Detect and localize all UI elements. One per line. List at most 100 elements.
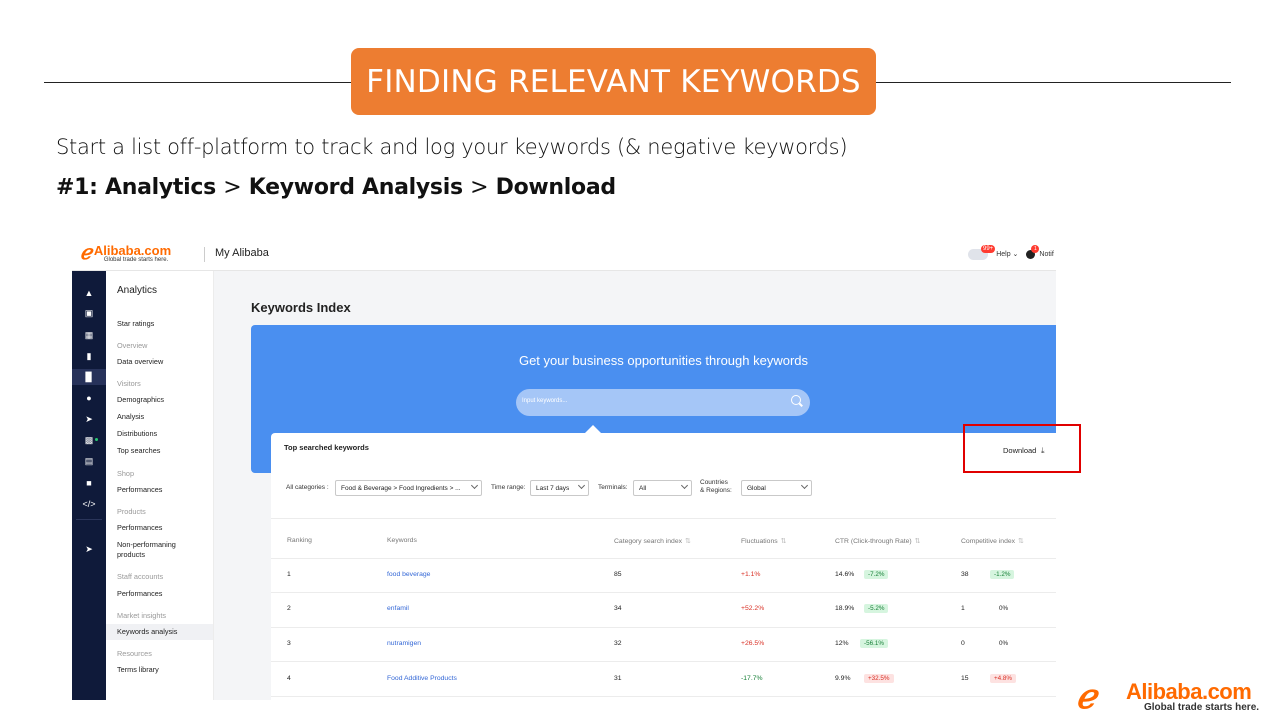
sidebar-title: Analytics [117, 285, 158, 296]
send-icon[interactable]: ➤ [72, 541, 106, 557]
logistics-icon[interactable]: ➤ [72, 411, 106, 427]
sort-icon[interactable]: ⇅ [1018, 538, 1024, 545]
sidebar-item-shop-performances[interactable]: Performances [117, 485, 212, 495]
sidebar-item-data-overview[interactable]: Data overview [117, 357, 212, 367]
hero-text: Get your business opportunities through … [518, 353, 809, 368]
step-separator: > [470, 175, 489, 200]
row-rank: 4 [287, 675, 291, 682]
time-range-select[interactable]: Last 7 days [530, 480, 589, 496]
sidebar-section-visitors: Visitors [117, 379, 141, 388]
notification-label[interactable]: Notif [1039, 251, 1053, 258]
column-header-competitive-index[interactable]: Competitive index ⇅ [961, 537, 1024, 545]
sidebar-item-terms-library[interactable]: Terms library [117, 665, 212, 675]
ctr-change-badge: -5.2% [864, 604, 889, 613]
sidebar-section-products: Products [117, 507, 146, 516]
brand-logo-name: Alibaba.com [1126, 679, 1252, 704]
sidebar-item-demographics[interactable]: Demographics [117, 395, 212, 405]
keyword-link[interactable]: food beverage [387, 571, 430, 578]
table-row-divider [271, 627, 1056, 628]
logo-name: Alibaba.com [93, 243, 172, 258]
help-badge: 99+ [981, 245, 996, 253]
step-analytics: #1: Analytics [56, 175, 216, 200]
alibaba-app-screenshot: ℯ Alibaba.com Global trade starts here. … [72, 238, 1056, 700]
keyword-search-input[interactable]: Input keywords... [516, 389, 810, 416]
column-header-fluctuations[interactable]: Fluctuations ⇅ [741, 537, 787, 545]
competitive-change-badge: -1.2% [990, 570, 1015, 579]
chevron-down-icon [800, 481, 809, 490]
sidebar-item-analysis[interactable]: Analysis [117, 412, 212, 422]
header-rule-right [876, 82, 1231, 83]
ctr-value: 9.9% [835, 675, 851, 682]
table-row-divider [271, 696, 1056, 697]
sort-icon[interactable]: ⇅ [685, 538, 691, 545]
iconbar-divider [76, 519, 102, 520]
sidebar-item-non-performing-products[interactable]: Non-performaning products [117, 540, 187, 560]
page-title: Keywords Index [251, 300, 351, 315]
sidebar-item-keywords-analysis[interactable]: Keywords analysis [106, 624, 213, 640]
countries-value: Global [747, 485, 766, 492]
sort-icon[interactable]: ⇅ [915, 538, 921, 545]
help-label: Help [996, 251, 1011, 258]
ctr-value: 18.9% [835, 605, 855, 612]
column-header-ctr[interactable]: CTR (Click-through Rate) ⇅ [835, 537, 921, 545]
keyword-link[interactable]: nutramigen [387, 640, 421, 647]
category-search-index: 85 [614, 571, 622, 578]
notification-icon[interactable]: 1 [1026, 244, 1040, 259]
countries-select[interactable]: Global [741, 480, 812, 496]
slide-title: FINDING RELEVANT KEYWORDS [351, 48, 876, 115]
briefcase-icon[interactable]: ■ [72, 475, 106, 491]
orders-icon[interactable]: ▩ [72, 432, 106, 448]
store-icon[interactable]: ▣ [72, 305, 106, 321]
panel-title: Top searched keywords [284, 443, 369, 452]
brand-logo-tagline: Global trade starts here. [1144, 702, 1260, 713]
bank-icon[interactable]: ▤ [72, 453, 106, 469]
keyword-link[interactable]: enfamil [387, 605, 409, 612]
column-header-keywords: Keywords [387, 537, 417, 544]
step-separator: > [223, 175, 242, 200]
categories-select[interactable]: Food & Beverage > Food Ingredients > ... [335, 480, 482, 496]
header-rule-left [44, 82, 352, 83]
table-divider [271, 518, 1056, 519]
column-header-category-search-index[interactable]: Category search index ⇅ [614, 537, 691, 545]
header-label: Category search index [614, 538, 683, 545]
row-rank: 1 [287, 571, 291, 578]
chevron-down-icon [680, 481, 689, 490]
sidebar-section-staff-accounts: Staff accounts [117, 572, 164, 581]
home-icon[interactable]: ▲ [72, 285, 106, 301]
search-icon[interactable] [791, 395, 801, 405]
icon-sidebar: ▲ ▣ ▦ ▮ ▉ ● ➤ ▩ ▤ ■ </> ➤ [72, 271, 106, 700]
main-content: Keywords Index Get your business opportu… [214, 271, 1056, 700]
analytics-icon[interactable]: ▉ [72, 369, 106, 385]
message-icon[interactable]: ▮ [72, 348, 106, 364]
grid-icon[interactable]: ▦ [72, 327, 106, 343]
download-highlight-box [963, 424, 1081, 473]
keyword-link[interactable]: Food Additive Products [387, 675, 457, 682]
sort-icon[interactable]: ⇅ [781, 538, 787, 545]
countries-label-line2: & Regions: [700, 487, 732, 494]
table-row-divider [271, 661, 1056, 662]
column-header-ranking: Ranking [287, 537, 312, 544]
sidebar-item-top-searches[interactable]: Top searches [117, 446, 212, 456]
ctr-change-badge: -7.2% [864, 570, 889, 579]
header-label: CTR (Click-through Rate) [835, 538, 912, 545]
fluctuation: +26.5% [741, 640, 765, 647]
users-icon[interactable]: ● [72, 390, 106, 406]
sidebar-item-distributions[interactable]: Distributions [117, 429, 212, 439]
countries-label: Countries & Regions: [700, 479, 732, 495]
ctr-value: 14.6% [835, 571, 855, 578]
terminals-select[interactable]: All [633, 480, 692, 496]
countries-label-line1: Countries [700, 479, 728, 486]
time-range-value: Last 7 days [536, 485, 570, 492]
code-icon[interactable]: </> [72, 496, 106, 512]
sidebar-item-star-ratings[interactable]: Star ratings [117, 319, 212, 329]
competitive-value: 1 [961, 605, 965, 612]
status-dot-icon [95, 438, 98, 441]
sidebar-item-products-performances[interactable]: Performances [117, 523, 212, 533]
sidebar-item-staff-performances[interactable]: Performances [117, 589, 212, 599]
help-menu[interactable]: Help ⌄ [996, 250, 1018, 258]
terminals-label: Terminals: [598, 484, 628, 491]
competitive-value: 38 [961, 571, 969, 578]
my-alibaba-title[interactable]: My Alibaba [215, 247, 269, 259]
alibaba-logo[interactable]: ℯ Alibaba.com Global trade starts here. [80, 243, 172, 266]
search-placeholder: Input keywords... [522, 398, 568, 404]
